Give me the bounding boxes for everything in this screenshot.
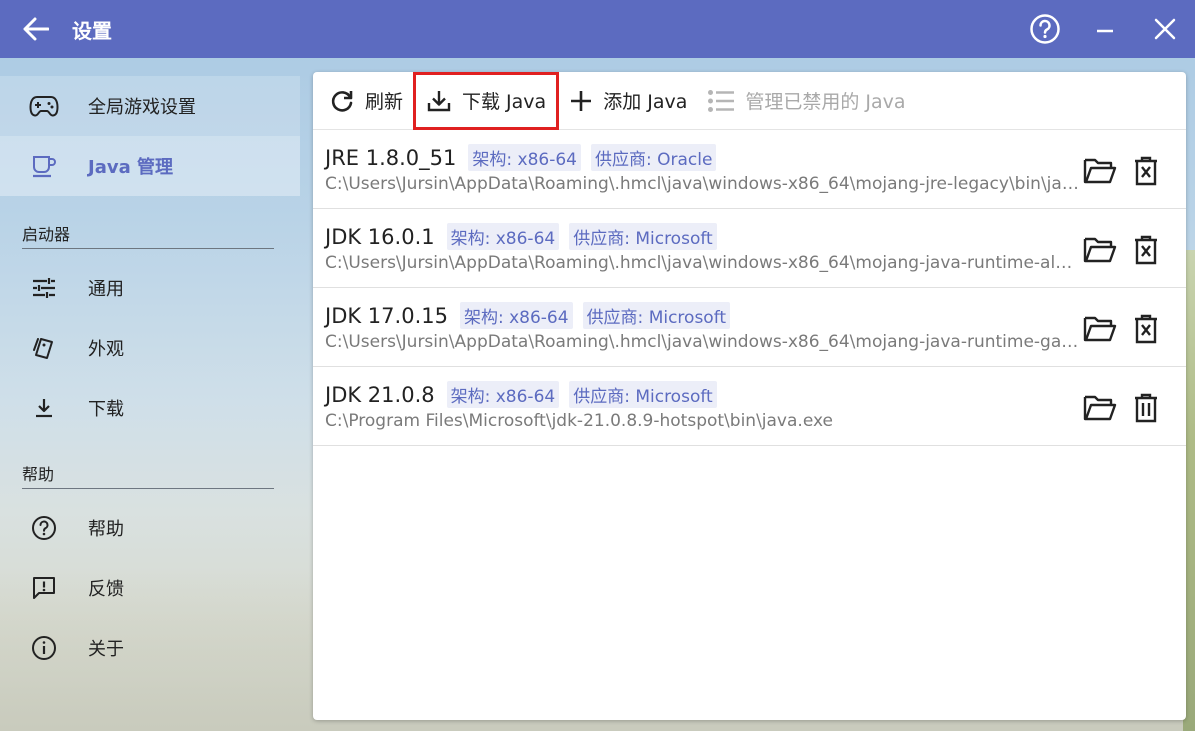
help-circle-icon — [1030, 14, 1060, 44]
arch-tag: 架构: x86-64 — [468, 144, 581, 171]
sidebar-item-label: 下载 — [88, 399, 124, 420]
manage-disabled-java-button[interactable]: 管理已禁用的 Java — [697, 72, 915, 130]
sidebar-item-download[interactable]: 下载 — [0, 378, 300, 438]
download-icon — [427, 90, 451, 111]
disable-java-button[interactable] — [1126, 233, 1166, 267]
java-name: JRE 1.8.0_51 — [325, 145, 457, 170]
open-folder-button[interactable] — [1080, 154, 1120, 188]
sidebar-item-label: 反馈 — [88, 579, 124, 600]
list-icon — [708, 89, 735, 112]
close-button[interactable] — [1135, 0, 1195, 58]
disable-java-button[interactable] — [1126, 154, 1166, 188]
java-list-item: JDK 17.0.15 架构: x86-64 供应商: Microsoft C:… — [313, 288, 1186, 367]
trash-x-icon — [1135, 314, 1157, 344]
plus-icon — [571, 90, 592, 111]
vendor-tag: 供应商: Microsoft — [569, 381, 717, 408]
minimize-icon — [1097, 29, 1113, 33]
delete-java-button[interactable] — [1126, 391, 1166, 425]
java-list-item: JRE 1.8.0_51 架构: x86-64 供应商: Oracle C:\U… — [313, 130, 1186, 209]
java-path: C:\Users\Jursin\AppData\Roaming\.hmcl\ja… — [325, 332, 1081, 352]
folder-open-icon — [1083, 316, 1117, 342]
help-button[interactable] — [1015, 0, 1075, 58]
window-title: 设置 — [72, 18, 112, 43]
tune-icon — [0, 277, 88, 299]
java-path: C:\Users\Jursin\AppData\Roaming\.hmcl\ja… — [325, 174, 1081, 194]
sidebar-item-about[interactable]: 关于 — [0, 618, 300, 678]
sidebar-item-help[interactable]: 帮助 — [0, 498, 300, 558]
trash-x-icon — [1135, 235, 1157, 265]
folder-open-icon — [1083, 158, 1117, 184]
open-folder-button[interactable] — [1080, 233, 1120, 267]
feedback-icon — [0, 575, 88, 601]
manage-disabled-java-label: 管理已禁用的 Java — [745, 91, 906, 113]
minimize-button[interactable] — [1075, 0, 1135, 58]
java-name: JDK 16.0.1 — [325, 224, 435, 249]
vendor-tag: 供应商: Microsoft — [582, 302, 731, 329]
arch-tag: 架构: x86-64 — [446, 381, 560, 408]
sidebar-item-global-game-settings[interactable]: 全局游戏设置 — [0, 76, 300, 136]
toolbar: 刷新 下载 Java 添加 Java 管理已禁用的 Java — [313, 72, 1186, 130]
refresh-label: 刷新 — [365, 91, 404, 113]
vendor-tag: 供应商: Microsoft — [569, 223, 717, 250]
refresh-button[interactable]: 刷新 — [319, 72, 413, 130]
arrow-left-icon — [23, 17, 49, 41]
section-label-help: 帮助 — [22, 461, 274, 489]
download-java-label: 下载 Java — [462, 91, 547, 113]
java-name: JDK 21.0.8 — [325, 382, 435, 407]
java-list-item: JDK 16.0.1 架构: x86-64 供应商: Microsoft C:\… — [313, 209, 1186, 288]
sidebar-item-general[interactable]: 通用 — [0, 258, 300, 318]
sidebar-item-label: 通用 — [88, 279, 124, 300]
trash-x-icon — [1135, 156, 1157, 186]
add-java-label: 添加 Java — [603, 91, 688, 113]
java-list-item: JDK 21.0.8 架构: x86-64 供应商: Microsoft C:\… — [313, 367, 1186, 446]
folder-open-icon — [1083, 395, 1117, 421]
coffee-cup-icon — [0, 154, 88, 178]
add-java-button[interactable]: 添加 Java — [559, 72, 697, 130]
java-management-panel: 刷新 下载 Java 添加 Java 管理已禁用的 Java JRE 1.8.0… — [313, 72, 1186, 720]
download-java-button[interactable]: 下载 Java — [413, 72, 560, 130]
refresh-icon — [331, 90, 353, 112]
sidebar-item-label: 外观 — [88, 339, 124, 360]
back-button[interactable] — [0, 0, 72, 58]
sidebar: 全局游戏设置 Java 管理 启动器 通用 外观 下载 帮助 帮助 反馈 关于 — [0, 58, 300, 731]
trash-icon — [1135, 393, 1157, 423]
help-icon — [0, 515, 88, 541]
sidebar-item-label: 帮助 — [88, 519, 124, 540]
arch-tag: 架构: x86-64 — [459, 302, 573, 329]
sidebar-item-label: Java 管理 — [88, 157, 173, 178]
open-folder-button[interactable] — [1080, 391, 1120, 425]
arch-tag: 架构: x86-64 — [446, 223, 560, 250]
vendor-tag: 供应商: Oracle — [590, 144, 717, 171]
section-label-launcher: 启动器 — [22, 221, 274, 249]
style-icon — [0, 336, 88, 360]
open-folder-button[interactable] — [1080, 312, 1120, 346]
sidebar-item-appearance[interactable]: 外观 — [0, 318, 300, 378]
info-icon — [0, 635, 88, 661]
java-path: C:\Users\Jursin\AppData\Roaming\.hmcl\ja… — [325, 253, 1081, 273]
title-bar: 设置 — [0, 0, 1195, 58]
java-name: JDK 17.0.15 — [325, 303, 448, 328]
disable-java-button[interactable] — [1126, 312, 1166, 346]
gamepad-icon — [0, 95, 88, 117]
sidebar-item-feedback[interactable]: 反馈 — [0, 558, 300, 618]
java-path: C:\Program Files\Microsoft\jdk-21.0.8.9-… — [325, 411, 833, 431]
download-icon — [0, 397, 88, 419]
sidebar-item-label: 关于 — [88, 639, 124, 660]
close-icon — [1154, 18, 1176, 40]
folder-open-icon — [1083, 237, 1117, 263]
sidebar-item-java-management[interactable]: Java 管理 — [0, 136, 300, 196]
sidebar-item-label: 全局游戏设置 — [88, 97, 196, 118]
